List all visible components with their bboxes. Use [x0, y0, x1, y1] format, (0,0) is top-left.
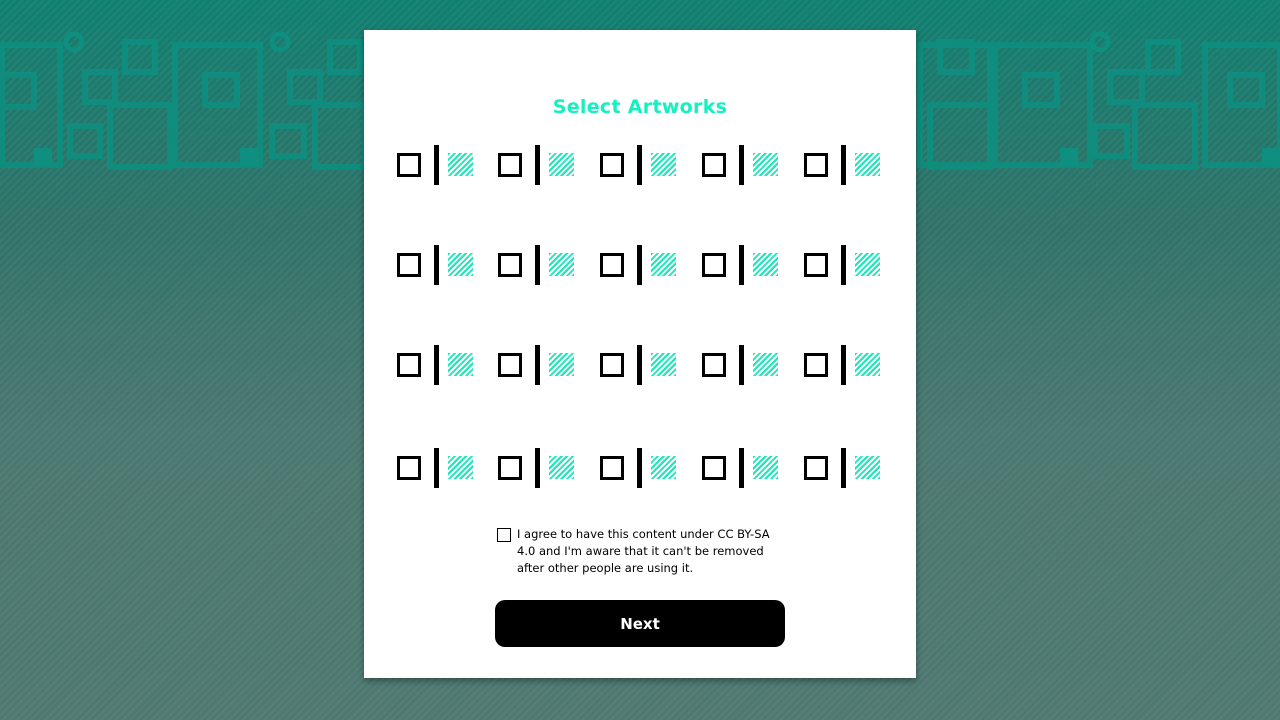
consent-label: I agree to have this content under CC BY…	[517, 527, 770, 575]
artwork-square-shape	[397, 153, 421, 177]
artwork-square-shape	[498, 353, 522, 377]
artwork-grid	[364, 30, 916, 678]
artwork-tile[interactable]	[397, 448, 483, 488]
artwork-tile[interactable]	[702, 448, 788, 488]
artwork-tile[interactable]	[600, 245, 686, 285]
artwork-square-shape	[804, 153, 828, 177]
artwork-bar-shape	[535, 448, 540, 488]
artwork-tile[interactable]	[600, 345, 686, 385]
artwork-tile[interactable]	[600, 145, 686, 185]
artwork-square-shape	[702, 253, 726, 277]
artwork-square-shape	[397, 456, 421, 480]
artwork-hatch-shape	[549, 456, 574, 479]
artwork-square-shape	[804, 456, 828, 480]
artwork-tile[interactable]	[498, 448, 584, 488]
artwork-square-shape	[702, 456, 726, 480]
artwork-square-shape	[702, 353, 726, 377]
artwork-square-shape	[498, 153, 522, 177]
artwork-tile[interactable]	[498, 145, 584, 185]
artwork-bar-shape	[535, 345, 540, 385]
artwork-bar-shape	[535, 145, 540, 185]
artwork-hatch-shape	[753, 456, 778, 479]
artwork-tile[interactable]	[804, 145, 890, 185]
artwork-square-shape	[397, 253, 421, 277]
artwork-bar-shape	[434, 245, 439, 285]
artwork-square-shape	[804, 253, 828, 277]
artwork-hatch-shape	[753, 353, 778, 376]
artwork-tile[interactable]	[702, 245, 788, 285]
artwork-square-shape	[600, 353, 624, 377]
artwork-hatch-shape	[549, 353, 574, 376]
consent-checkbox[interactable]	[497, 528, 511, 542]
select-artworks-dialog: Select Artworks I agree to have this con…	[364, 30, 916, 678]
artwork-bar-shape	[637, 345, 642, 385]
next-button[interactable]: Next	[495, 600, 785, 647]
artwork-square-shape	[600, 153, 624, 177]
artwork-bar-shape	[535, 245, 540, 285]
artwork-bar-shape	[841, 245, 846, 285]
artwork-bar-shape	[739, 145, 744, 185]
artwork-hatch-shape	[448, 353, 473, 376]
artwork-tile[interactable]	[498, 245, 584, 285]
artwork-tile[interactable]	[397, 245, 483, 285]
artwork-bar-shape	[637, 245, 642, 285]
artwork-square-shape	[498, 456, 522, 480]
artwork-square-shape	[498, 253, 522, 277]
artwork-tile[interactable]	[702, 145, 788, 185]
artwork-bar-shape	[637, 448, 642, 488]
artwork-hatch-shape	[753, 153, 778, 176]
artwork-tile[interactable]	[804, 245, 890, 285]
artwork-bar-shape	[739, 345, 744, 385]
artwork-square-shape	[397, 353, 421, 377]
artwork-square-shape	[804, 353, 828, 377]
artwork-hatch-shape	[855, 353, 880, 376]
artwork-bar-shape	[841, 345, 846, 385]
artwork-tile[interactable]	[397, 145, 483, 185]
artwork-tile[interactable]	[702, 345, 788, 385]
artwork-tile[interactable]	[804, 448, 890, 488]
artwork-tile[interactable]	[397, 345, 483, 385]
artwork-hatch-shape	[753, 253, 778, 276]
artwork-hatch-shape	[651, 153, 676, 176]
artwork-tile[interactable]	[600, 448, 686, 488]
artwork-bar-shape	[434, 145, 439, 185]
artwork-hatch-shape	[448, 153, 473, 176]
artwork-tile[interactable]	[804, 345, 890, 385]
artwork-hatch-shape	[651, 353, 676, 376]
artwork-hatch-shape	[855, 153, 880, 176]
artwork-square-shape	[702, 153, 726, 177]
artwork-hatch-shape	[549, 153, 574, 176]
artwork-hatch-shape	[651, 456, 676, 479]
artwork-bar-shape	[637, 145, 642, 185]
artwork-hatch-shape	[651, 253, 676, 276]
artwork-bar-shape	[739, 245, 744, 285]
artwork-bar-shape	[434, 345, 439, 385]
artwork-square-shape	[600, 253, 624, 277]
artwork-hatch-shape	[855, 456, 880, 479]
artwork-bar-shape	[739, 448, 744, 488]
artwork-bar-shape	[434, 448, 439, 488]
artwork-tile[interactable]	[498, 345, 584, 385]
artwork-hatch-shape	[448, 456, 473, 479]
artwork-bar-shape	[841, 145, 846, 185]
artwork-bar-shape	[841, 448, 846, 488]
artwork-square-shape	[600, 456, 624, 480]
artwork-hatch-shape	[448, 253, 473, 276]
artwork-hatch-shape	[549, 253, 574, 276]
artwork-hatch-shape	[855, 253, 880, 276]
